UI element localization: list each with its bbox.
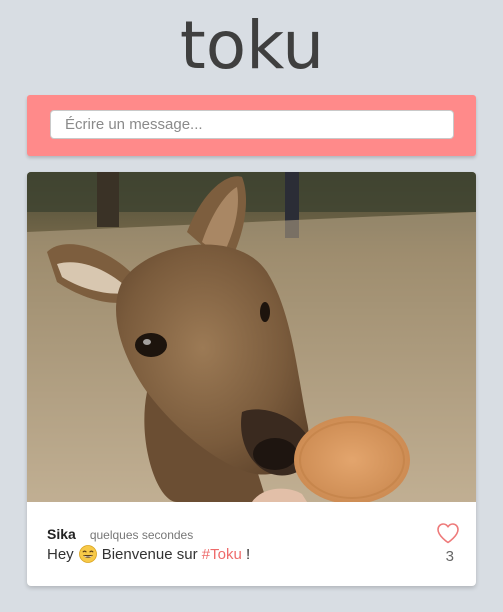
post-meta: Sika quelques secondes <box>47 526 193 544</box>
message-input[interactable] <box>50 110 454 139</box>
message-middle: Bienvenue sur <box>101 545 198 563</box>
post-author: Sika <box>47 526 76 542</box>
message-composer <box>27 95 476 156</box>
post-photo <box>27 172 476 502</box>
hashtag-link[interactable]: #Toku <box>202 546 242 563</box>
app-logo: toku <box>0 0 503 84</box>
logo-mark: toku <box>179 7 323 84</box>
post-timestamp: quelques secondes <box>89 528 194 542</box>
post-message: Hey Bienvenue sur #Toku ! <box>47 545 250 563</box>
post-card: Sika quelques secondes Hey Bienvenue sur… <box>27 172 476 586</box>
grinning-face-icon <box>78 545 97 563</box>
message-prefix: Hey <box>47 545 74 563</box>
likes-count: 3 <box>445 548 454 565</box>
heart-icon[interactable] <box>436 522 460 544</box>
message-suffix: ! <box>245 545 251 563</box>
logo-text: toku <box>179 7 323 84</box>
